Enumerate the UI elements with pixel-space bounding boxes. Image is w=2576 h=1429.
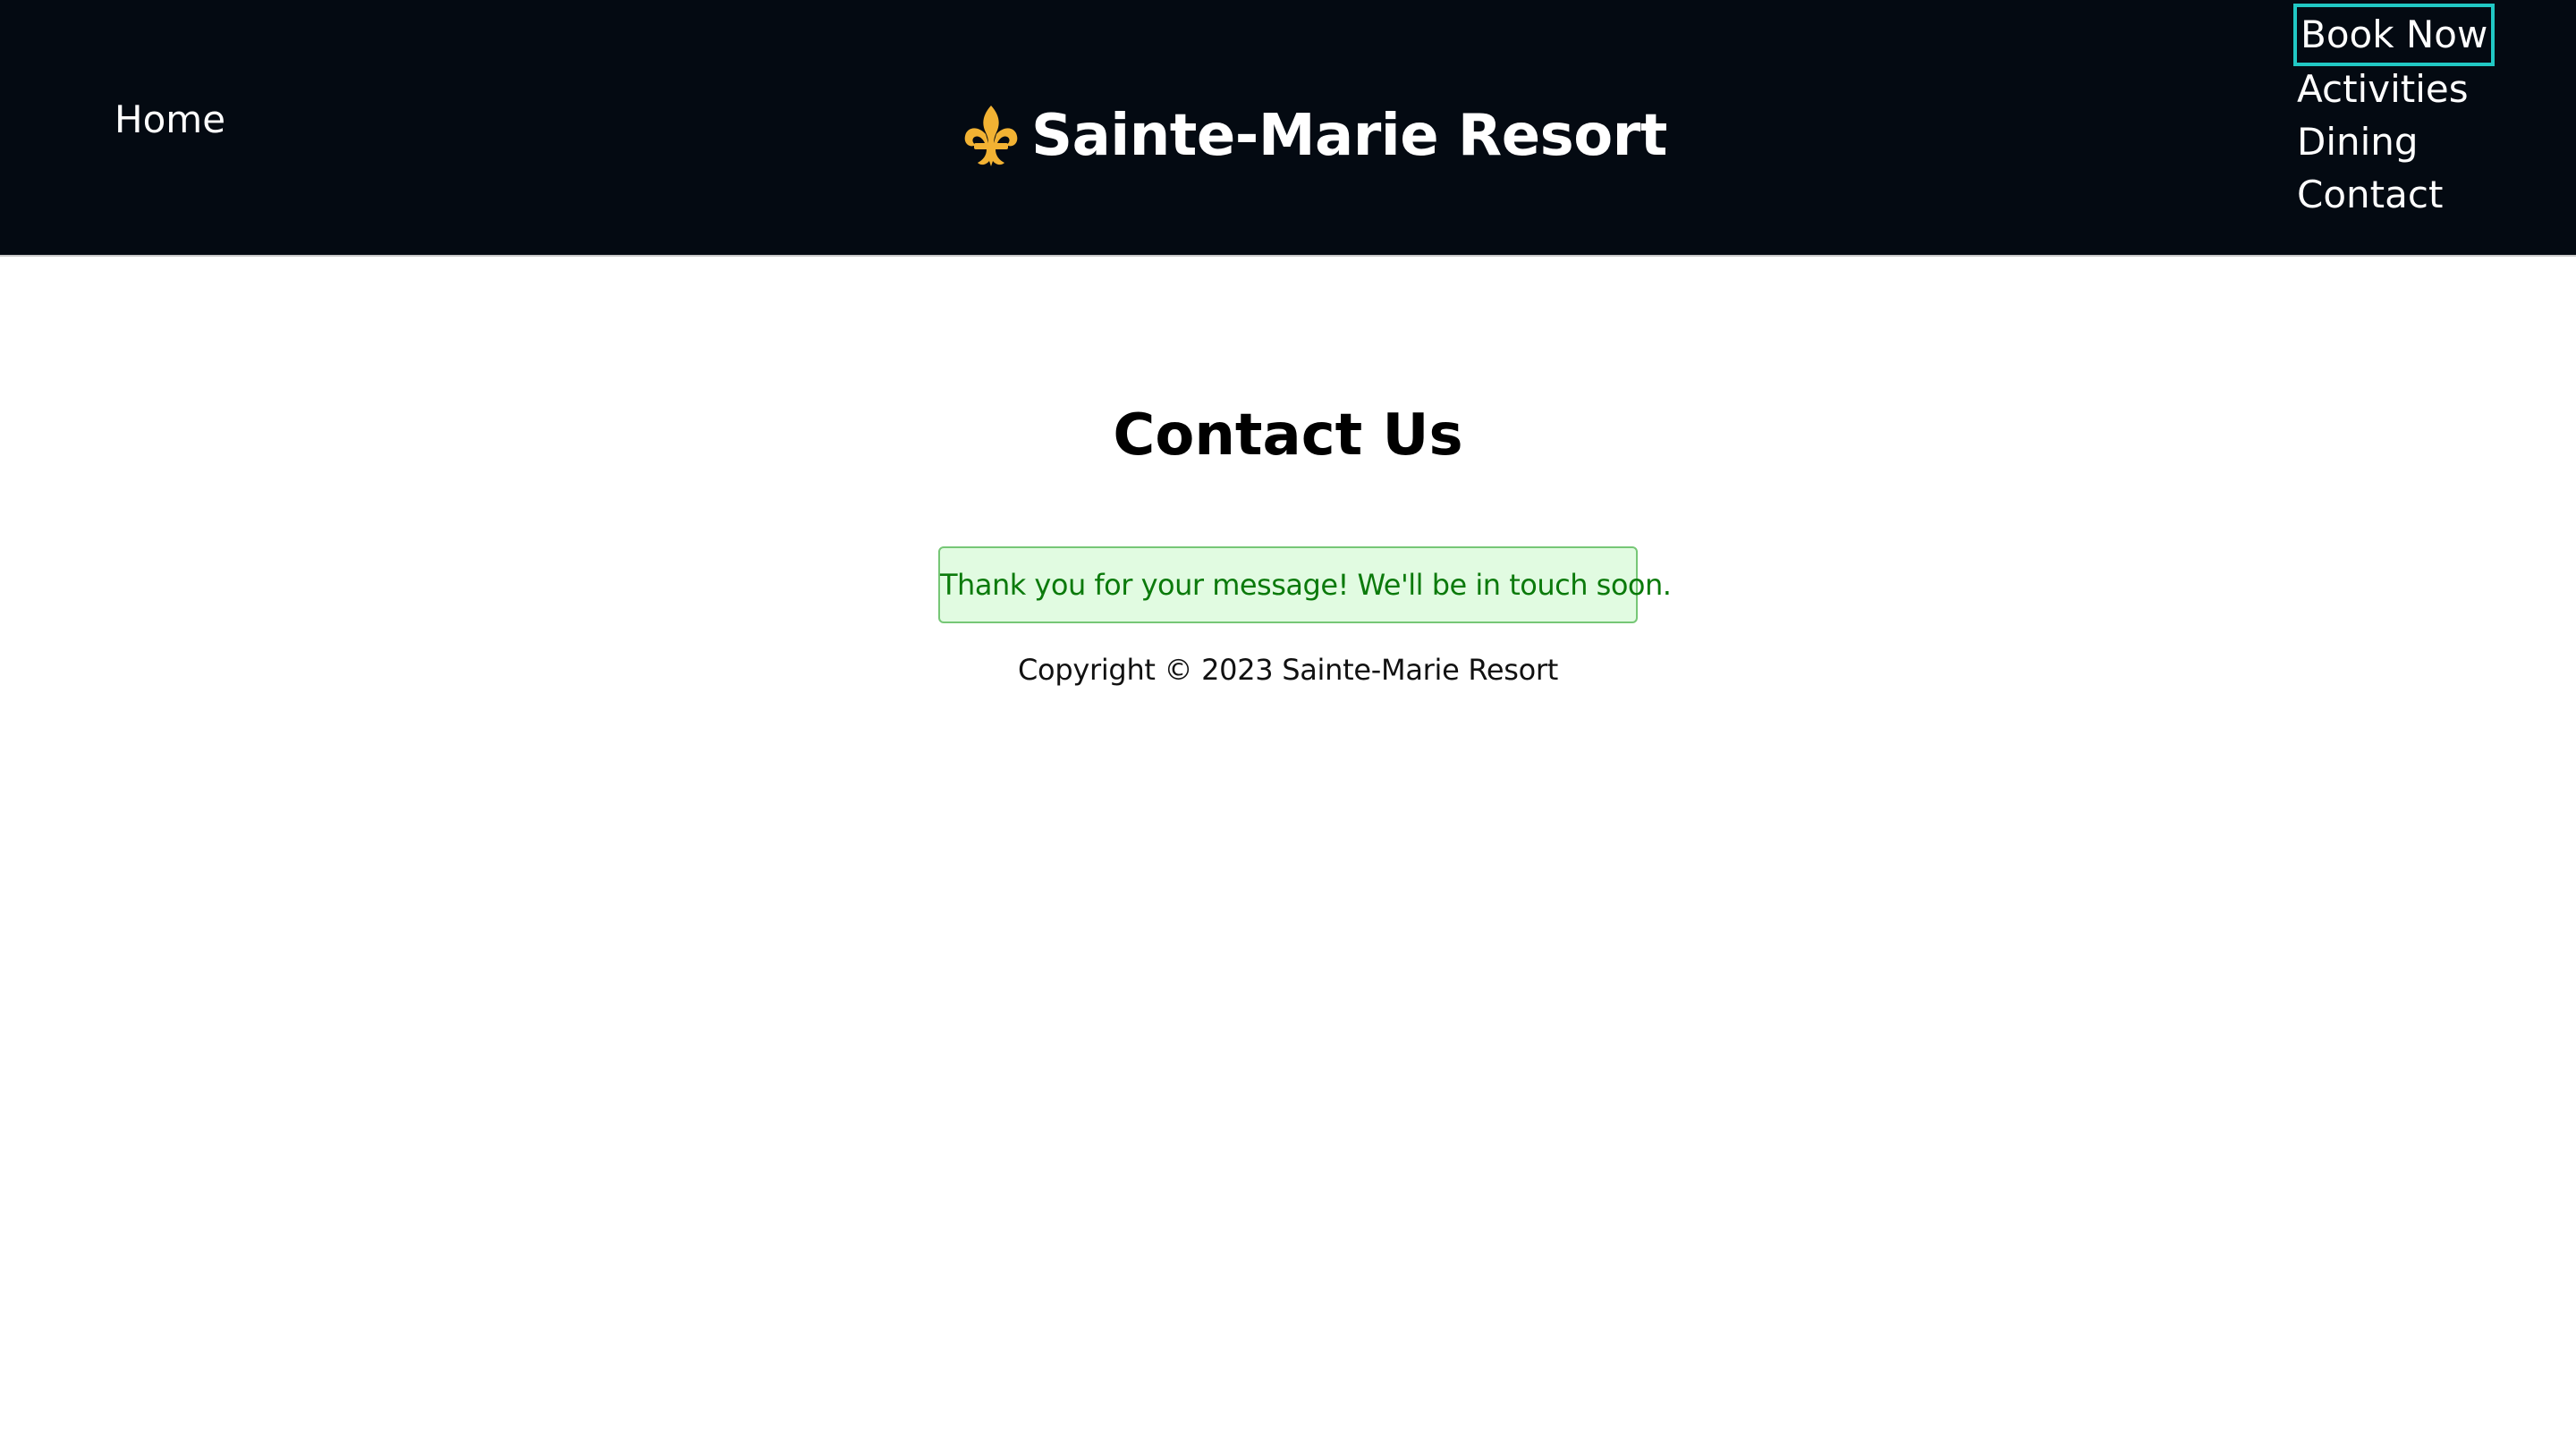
page-title: Contact Us (1113, 402, 1463, 469)
success-message: Thank you for your message! We'll be in … (938, 546, 1672, 623)
nav-activities-link[interactable]: Activities (2297, 63, 2565, 115)
nav-contact-link[interactable]: Contact (2297, 168, 2565, 221)
brand-title: Sainte-Marie Resort (1031, 103, 1667, 169)
copyright-footer: Copyright © 2023 Sainte-Marie Resort (1018, 653, 1558, 687)
fleur-de-lis-icon (962, 104, 1021, 168)
brand-logo[interactable]: Sainte-Marie Resort (962, 100, 1667, 172)
nav-book-now-link[interactable]: Book Now (2292, 4, 2496, 66)
site-header: Home Sainte-Marie Resort Book Now Activi… (0, 0, 2576, 257)
nav-home-link[interactable]: Home (114, 95, 225, 145)
main-nav: Book Now Activities Dining Contact (2292, 4, 2565, 221)
nav-dining-link[interactable]: Dining (2297, 115, 2565, 168)
